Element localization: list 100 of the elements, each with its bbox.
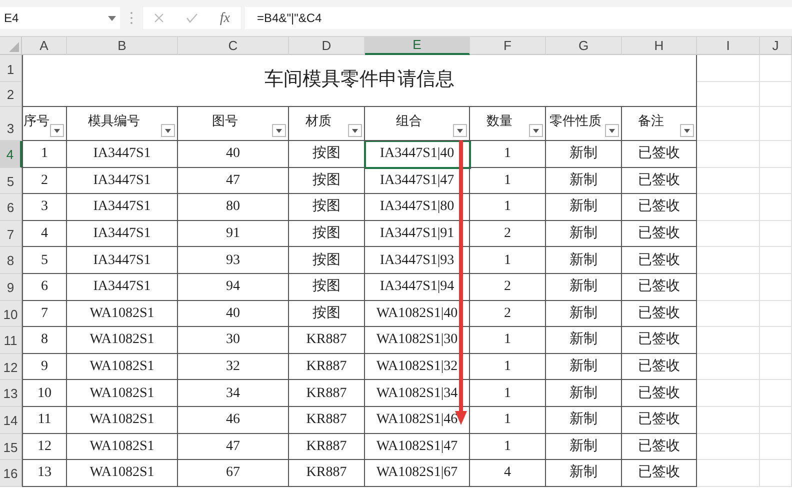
table-cell: 已签收 — [622, 300, 697, 328]
row-header[interactable]: 5 — [0, 168, 22, 194]
empty-cell[interactable] — [760, 247, 792, 274]
row-header[interactable]: 15 — [0, 434, 22, 460]
column-header[interactable]: G — [546, 37, 622, 55]
column-header[interactable]: B — [67, 37, 178, 55]
column-header[interactable]: F — [470, 37, 546, 55]
empty-cell[interactable] — [697, 327, 760, 354]
row-header[interactable]: 1 — [0, 55, 22, 82]
table-cell: 1 — [470, 141, 546, 168]
table-cell: WA1082S1 — [67, 406, 178, 434]
column-header[interactable]: A — [22, 37, 67, 55]
empty-cell[interactable] — [697, 380, 760, 407]
empty-cell[interactable] — [760, 327, 792, 354]
filter-button[interactable] — [605, 124, 619, 137]
empty-cell[interactable] — [697, 274, 760, 301]
empty-cell[interactable] — [760, 354, 792, 380]
table-cell: 已签收 — [622, 434, 697, 460]
row-header[interactable]: 7 — [0, 220, 22, 248]
table-cell: 已签收 — [622, 220, 697, 248]
row-header[interactable]: 12 — [0, 354, 22, 380]
table-cell: 新制 — [546, 168, 622, 194]
empty-cell[interactable] — [697, 220, 760, 248]
empty-cell[interactable] — [760, 220, 792, 248]
row-header[interactable]: 14 — [0, 406, 22, 434]
empty-cell[interactable] — [760, 274, 792, 301]
caret-icon — [352, 128, 358, 132]
filter-button[interactable] — [529, 124, 543, 137]
table-cell: 40 — [178, 300, 289, 328]
empty-cell[interactable] — [760, 107, 792, 141]
column-header[interactable]: J — [760, 37, 792, 55]
caret-icon — [609, 128, 615, 132]
table-cell: IA3447S1 — [67, 168, 178, 194]
row-header[interactable]: 11 — [0, 327, 22, 354]
column-label: 序号 — [24, 112, 50, 130]
dropdown-caret-icon[interactable] — [108, 16, 116, 20]
row-header[interactable]: 8 — [0, 247, 22, 274]
column-header[interactable]: D — [289, 37, 365, 55]
row-header[interactable]: 13 — [0, 380, 22, 407]
table-cell: 按图 — [289, 247, 365, 274]
empty-cell[interactable] — [697, 300, 760, 328]
empty-cell[interactable] — [760, 380, 792, 407]
row-header[interactable]: 6 — [0, 194, 22, 221]
empty-cell[interactable] — [760, 434, 792, 460]
empty-cell[interactable] — [697, 460, 760, 487]
cancel-icon[interactable] — [154, 13, 164, 23]
column-header[interactable]: C — [178, 37, 289, 55]
table-cell: 13 — [22, 460, 67, 487]
table-cell: 32 — [178, 354, 289, 380]
row-header[interactable]: 9 — [0, 274, 22, 301]
name-box[interactable]: E4 — [0, 7, 120, 29]
empty-cell[interactable] — [760, 168, 792, 194]
table-cell: 1 — [22, 141, 67, 168]
empty-cell[interactable] — [760, 300, 792, 328]
column-label: 组合 — [396, 112, 422, 130]
empty-cell[interactable] — [697, 194, 760, 221]
empty-cell[interactable] — [760, 194, 792, 221]
column-header[interactable]: I — [697, 37, 760, 55]
row-header[interactable]: 16 — [0, 460, 22, 487]
caret-icon — [165, 128, 171, 132]
empty-cell[interactable] — [760, 82, 792, 107]
filter-button[interactable] — [348, 124, 362, 137]
empty-cell[interactable] — [697, 247, 760, 274]
table-cell: 4 — [470, 460, 546, 487]
empty-cell[interactable] — [697, 434, 760, 460]
row-header[interactable]: 4 — [0, 141, 22, 168]
column-header[interactable]: H — [622, 37, 697, 55]
empty-cell[interactable] — [697, 406, 760, 434]
table-cell: KR887 — [289, 380, 365, 407]
empty-cell[interactable] — [697, 354, 760, 380]
filter-button[interactable] — [680, 124, 694, 137]
check-icon[interactable] — [186, 13, 198, 23]
filter-button[interactable] — [50, 124, 64, 137]
select-all-icon[interactable] — [9, 42, 19, 52]
table-cell: 91 — [178, 220, 289, 248]
function-icon[interactable]: fx — [220, 8, 230, 28]
empty-cell[interactable] — [760, 460, 792, 487]
empty-cell[interactable] — [760, 406, 792, 434]
empty-cell[interactable] — [697, 168, 760, 194]
column-header[interactable]: E — [365, 37, 470, 55]
table-cell: IA3447S1 — [67, 274, 178, 301]
row-header[interactable]: 10 — [0, 300, 22, 328]
empty-cell[interactable] — [697, 141, 760, 168]
table-cell: 47 — [178, 434, 289, 460]
filter-button[interactable] — [272, 124, 286, 137]
empty-cell[interactable] — [697, 107, 760, 141]
table-cell: 5 — [22, 247, 67, 274]
active-cell[interactable]: IA3447S1|40 — [365, 141, 470, 168]
table-cell: 2 — [470, 300, 546, 328]
empty-cell[interactable] — [697, 55, 760, 82]
table-cell: 34 — [178, 380, 289, 407]
empty-cell[interactable] — [697, 82, 760, 107]
drag-handle-icon[interactable] — [130, 11, 133, 25]
row-header[interactable]: 2 — [0, 82, 22, 107]
filter-button[interactable] — [453, 124, 467, 137]
empty-cell[interactable] — [760, 55, 792, 82]
empty-cell[interactable] — [760, 141, 792, 168]
filter-button[interactable] — [161, 124, 175, 137]
formula-field[interactable]: =B4&"|"&C4 — [245, 7, 792, 29]
row-header[interactable]: 3 — [0, 107, 22, 141]
